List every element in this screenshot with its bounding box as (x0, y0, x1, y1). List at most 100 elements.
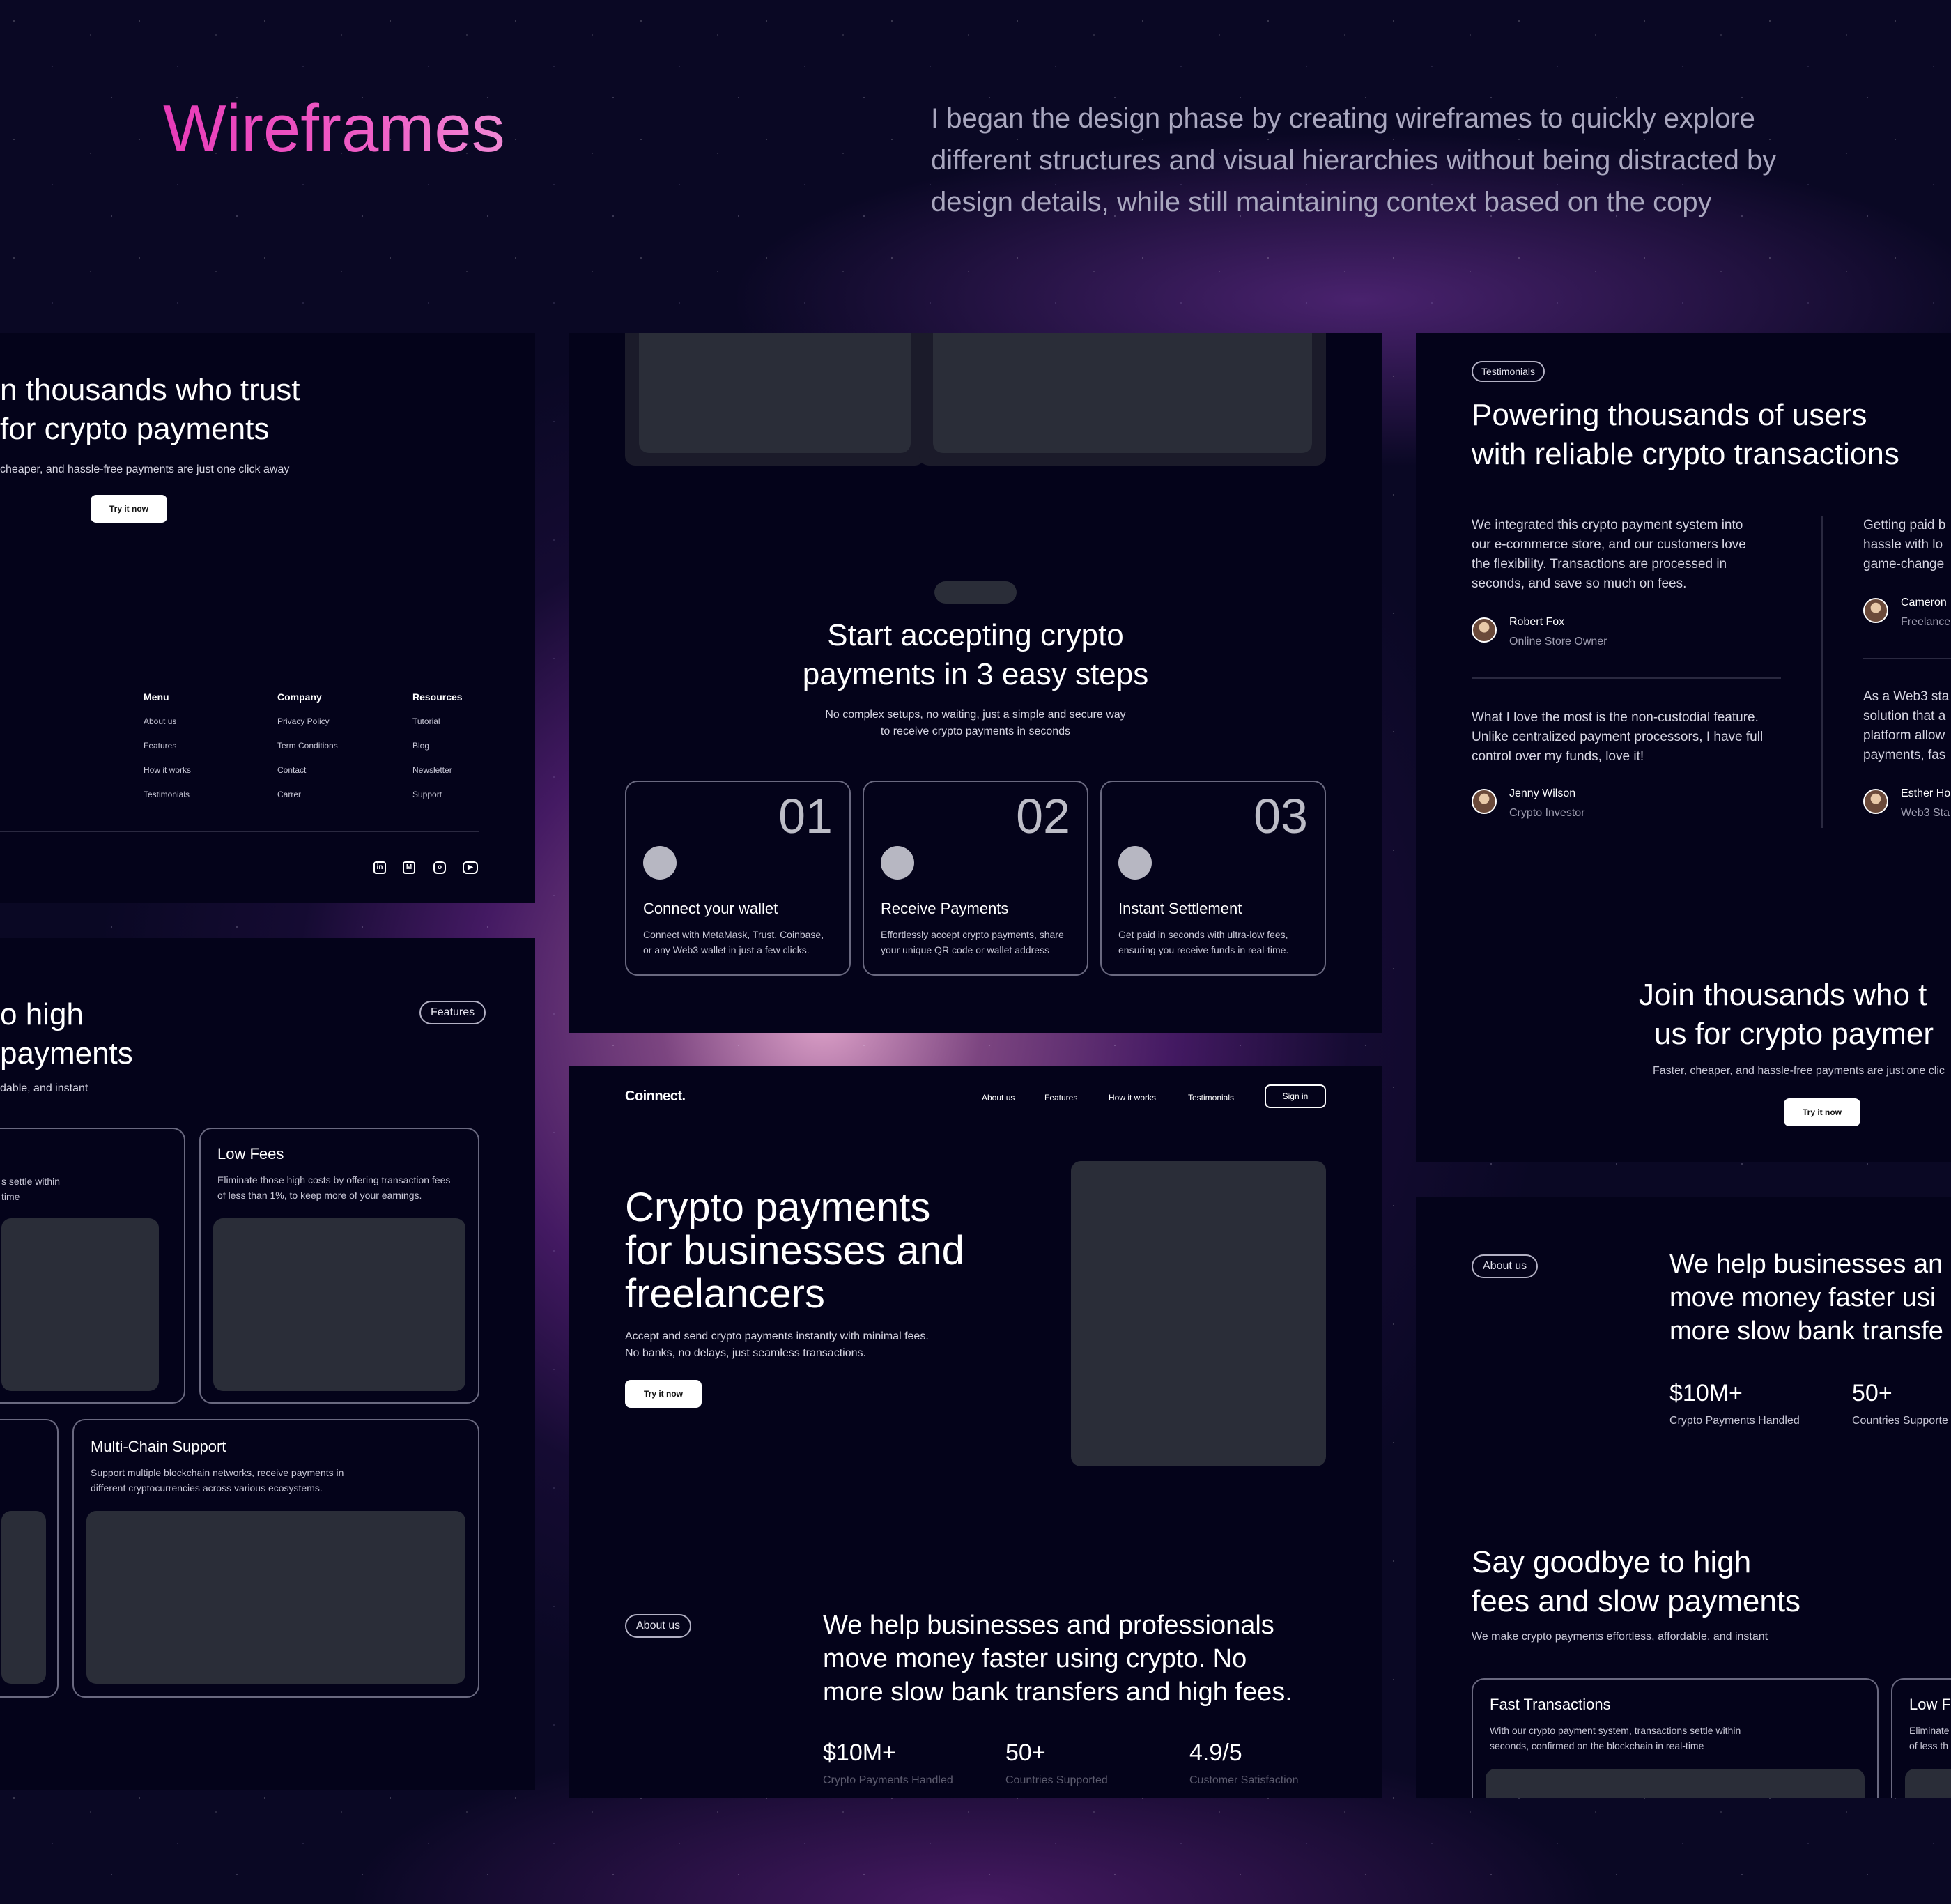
hero-title-line3: freelancers (625, 1271, 825, 1316)
join-try-it-now-button[interactable]: Try it now (1784, 1098, 1860, 1126)
stat-label: Countries Supporte (1852, 1415, 1948, 1427)
mail-icon[interactable]: M (403, 861, 415, 874)
nav-features[interactable]: Features (1044, 1093, 1077, 1103)
testimonial-name: Esther Ho (1901, 788, 1951, 799)
steps-title-line2: payments in 3 easy steps (802, 657, 1149, 691)
testimonials-title-line2: with reliable crypto transactions (1472, 437, 1899, 471)
step-card-2: 02 Receive Payments Effortlessly accept … (863, 781, 1088, 976)
nav-how-it-works[interactable]: How it works (1109, 1093, 1156, 1103)
steps-subtitle-line1: No complex setups, no waiting, just a si… (825, 709, 1126, 721)
badge-placeholder (934, 581, 1017, 604)
hero-try-it-now-button[interactable]: Try it now (625, 1380, 702, 1408)
footer-company-title: Company (277, 691, 322, 703)
nav-about[interactable]: About us (982, 1093, 1015, 1103)
goodbye-title-line1: Say goodbye to high (1472, 1545, 1752, 1579)
logo[interactable]: Coinnect. (625, 1089, 686, 1105)
testimonials-badge: Testimonials (1472, 361, 1545, 382)
footer-link-carrer[interactable]: Carrer (277, 790, 301, 799)
cta-title-line1: n thousands who trust (0, 373, 300, 407)
features-subtitle: dable, and instant (0, 1082, 88, 1094)
features-title-line1: o high (0, 997, 84, 1031)
hero-subtitle-line2: No banks, no delays, just seamless trans… (625, 1347, 866, 1359)
footer-link-features[interactable]: Features (144, 741, 176, 751)
avatar (1472, 789, 1497, 814)
testimonial-role: Freelance (1901, 616, 1951, 628)
stat-label: Crypto Payments Handled (823, 1774, 953, 1786)
wireframe-cta-footer: n thousands who trust for crypto payment… (0, 333, 535, 903)
sign-in-button[interactable]: Sign in (1265, 1084, 1326, 1108)
about-badge: About us (625, 1614, 692, 1638)
feature-card-low-fees: Low Fees Eliminate those high costs by o… (199, 1128, 479, 1404)
step-card-1: 01 Connect your wallet Connect with Meta… (625, 781, 851, 976)
cta-subtitle: cheaper, and hassle-free payments are ju… (0, 463, 290, 475)
footer-link-about[interactable]: About us (144, 716, 176, 726)
stat-value: 4.9/5 (1189, 1740, 1242, 1766)
step-icon (643, 846, 677, 880)
image-placeholder (1, 1511, 46, 1684)
stat-value: $10M+ (1669, 1380, 1743, 1406)
steps-title-line1: Start accepting crypto (827, 618, 1124, 652)
feature-card-low-fees-partial: Low F Eliminate of less th (1891, 1678, 1951, 1798)
step-card-3: 03 Instant Settlement Get paid in second… (1100, 781, 1326, 976)
footer-link-privacy[interactable]: Privacy Policy (277, 716, 330, 726)
avatar (1472, 617, 1497, 643)
footer-divider (0, 831, 479, 832)
about-right-line2: move money faster usi (1669, 1283, 1936, 1312)
wireframe-about-features: About us We help businesses an move mone… (1416, 1197, 1951, 1798)
youtube-icon[interactable]: ▶ (463, 861, 478, 874)
try-it-now-button[interactable]: Try it now (91, 495, 167, 523)
footer-link-how-it-works[interactable]: How it works (144, 765, 191, 775)
about-line2: move money faster using crypto. No (823, 1644, 1247, 1673)
instagram-icon[interactable]: o (433, 861, 446, 874)
footer-link-support[interactable]: Support (412, 790, 442, 799)
footer-link-terms[interactable]: Term Conditions (277, 741, 338, 751)
about-line3: more slow bank transfers and high fees. (823, 1677, 1293, 1707)
page-title: Wireframes (163, 91, 505, 166)
steps-subtitle-line2: to receive crypto payments in seconds (880, 725, 1071, 737)
join-title-line1: Join thousands who t (1639, 978, 1927, 1012)
footer-menu-title: Menu (144, 691, 169, 703)
features-title-line2: payments (0, 1036, 133, 1070)
stat-label: Crypto Payments Handled (1669, 1415, 1800, 1427)
testimonial-role: Web3 Sta (1901, 807, 1950, 819)
goodbye-title-line2: fees and slow payments (1472, 1584, 1801, 1618)
footer-resources-title: Resources (412, 691, 463, 703)
image-placeholder (1, 1218, 159, 1391)
hero-subtitle-line1: Accept and send crypto payments instantl… (625, 1330, 929, 1342)
step-icon (881, 846, 914, 880)
testimonial-role: Online Store Owner (1509, 636, 1607, 647)
feature-card-fast: s settle within time (0, 1128, 185, 1404)
step-icon (1118, 846, 1152, 880)
stat-label: Customer Satisfaction (1189, 1774, 1299, 1786)
stat-value: 50+ (1005, 1740, 1046, 1766)
goodbye-subtitle: We make crypto payments effortless, affo… (1472, 1631, 1768, 1643)
footer-link-blog[interactable]: Blog (412, 741, 429, 751)
about-right-line1: We help businesses an (1669, 1250, 1943, 1279)
stat-label: Countries Supported (1005, 1774, 1108, 1786)
testimonials-title-line1: Powering thousands of users (1472, 398, 1867, 432)
testimonial-name: Jenny Wilson (1509, 788, 1576, 799)
about-line1: We help businesses and professionals (823, 1611, 1274, 1640)
wireframe-testimonials: Testimonials Powering thousands of users… (1416, 333, 1951, 1162)
footer-link-newsletter[interactable]: Newsletter (412, 765, 452, 775)
feature-card-multichain: Multi-Chain Support Support multiple blo… (72, 1419, 479, 1698)
image-placeholder (639, 333, 911, 453)
about-right-badge: About us (1472, 1254, 1539, 1278)
image-placeholder (1486, 1769, 1865, 1798)
footer-link-testimonials[interactable]: Testimonials (144, 790, 190, 799)
linkedin-icon[interactable]: in (373, 861, 386, 874)
join-subtitle: Faster, cheaper, and hassle-free payment… (1653, 1065, 1945, 1077)
wireframe-steps: Start accepting crypto payments in 3 eas… (569, 333, 1382, 1033)
feature-card-fast-transactions: Fast Transactions With our crypto paymen… (1472, 1678, 1879, 1798)
testimonial-role: Crypto Investor (1509, 807, 1585, 819)
footer-link-contact[interactable]: Contact (277, 765, 306, 775)
nav-testimonials[interactable]: Testimonials (1188, 1093, 1234, 1103)
hero-title-line2: for businesses and (625, 1228, 964, 1273)
footer-link-tutorial[interactable]: Tutorial (412, 716, 440, 726)
stat-value: $10M+ (823, 1740, 896, 1766)
image-placeholder (213, 1218, 465, 1391)
hero-title-line1: Crypto payments (625, 1185, 931, 1230)
avatar (1863, 598, 1888, 623)
about-right-line3: more slow bank transfe (1669, 1316, 1943, 1346)
join-title-line2: us for crypto paymer (1654, 1017, 1934, 1051)
